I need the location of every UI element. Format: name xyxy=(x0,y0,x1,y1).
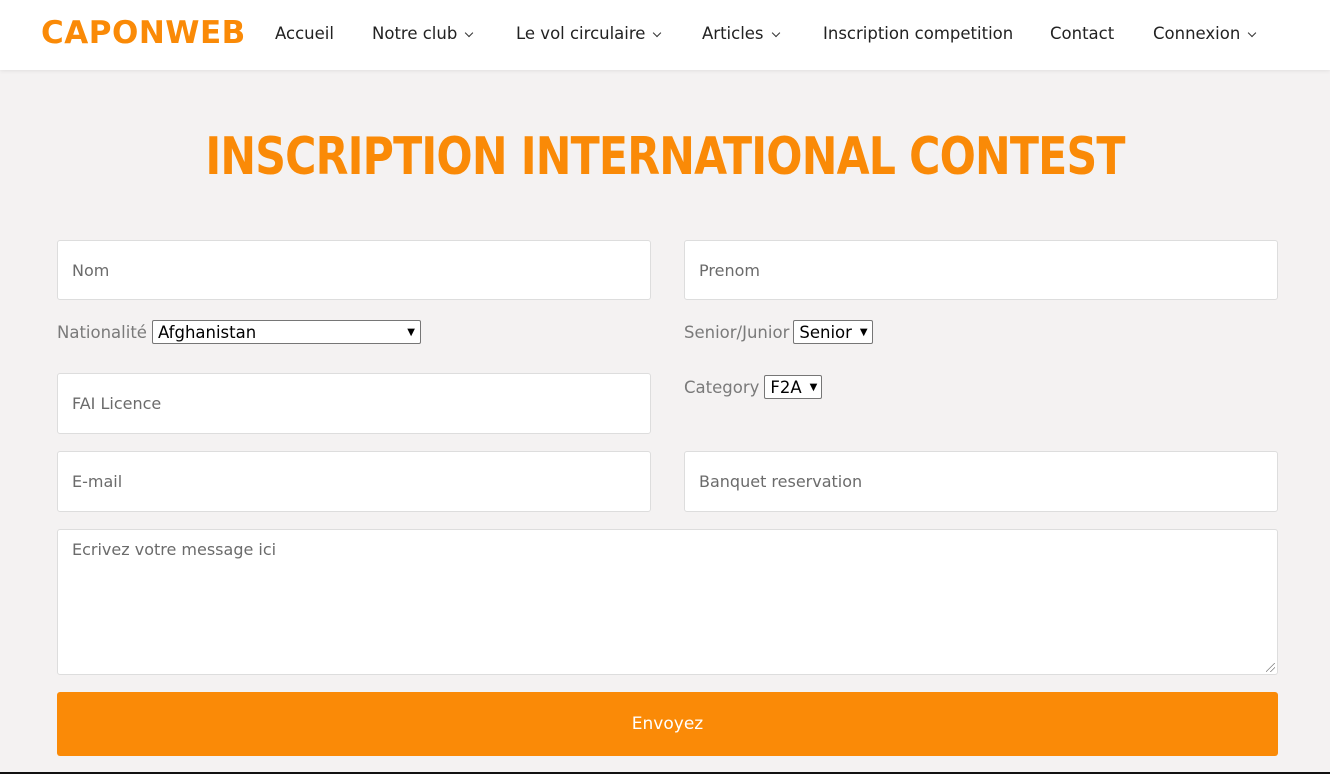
nav-item-notre-club[interactable]: Notre club xyxy=(372,22,474,46)
dropdown-arrow-icon: ▼ xyxy=(407,326,415,338)
nav-item-articles[interactable]: Articles xyxy=(702,22,780,46)
resize-handle-icon[interactable] xyxy=(1266,663,1275,672)
fai-licence-input[interactable] xyxy=(57,373,651,434)
senior-junior-value: Senior xyxy=(799,322,852,342)
nav-label: Notre club xyxy=(372,24,458,43)
nom-input[interactable] xyxy=(57,240,651,300)
submit-button[interactable]: Envoyez xyxy=(57,692,1278,756)
chevron-down-icon xyxy=(465,28,474,38)
senior-junior-group: Senior/Junior Senior ▼ xyxy=(684,320,874,344)
banquet-reservation-input[interactable] xyxy=(684,451,1278,512)
senior-junior-label: Senior/Junior xyxy=(684,322,790,342)
nationalite-label: Nationalité xyxy=(57,322,147,342)
nav-item-contact[interactable]: Contact xyxy=(1050,22,1114,46)
nav-label: Accueil xyxy=(275,24,334,43)
prenom-input[interactable] xyxy=(684,240,1278,300)
nav-label: Articles xyxy=(702,24,764,43)
nationalite-select[interactable]: Afghanistan ▼ xyxy=(151,320,421,344)
page-title: INSCRIPTION INTERNATIONAL CONTEST xyxy=(205,127,1125,187)
message-textarea[interactable] xyxy=(57,529,1278,675)
nav-item-connexion[interactable]: Connexion xyxy=(1153,22,1257,46)
nav-item-accueil[interactable]: Accueil xyxy=(275,22,334,46)
category-select[interactable]: F2A ▼ xyxy=(764,375,823,399)
chevron-down-icon xyxy=(1248,28,1257,38)
dropdown-arrow-icon: ▼ xyxy=(859,326,868,338)
email-input[interactable] xyxy=(57,451,651,512)
nav-label: Connexion xyxy=(1153,24,1241,43)
category-value: F2A xyxy=(770,377,802,397)
nav-label: Contact xyxy=(1050,24,1115,43)
category-group: Category F2A ▼ xyxy=(684,375,823,399)
chevron-down-icon xyxy=(771,28,780,38)
site-logo[interactable]: CAPONWEB xyxy=(41,13,246,53)
senior-junior-select[interactable]: Senior ▼ xyxy=(793,320,874,344)
nav-label: Le vol circulaire xyxy=(516,24,646,43)
nav-item-inscription-competition[interactable]: Inscription competition xyxy=(823,22,1013,46)
nav-label: Inscription competition xyxy=(823,24,1014,43)
message-wrapper xyxy=(57,529,1278,675)
nav-item-vol-circulaire[interactable]: Le vol circulaire xyxy=(516,22,662,46)
dropdown-arrow-icon: ▼ xyxy=(809,381,818,393)
top-navbar: CAPONWEB Accueil Notre club Le vol circu… xyxy=(0,0,1330,70)
nationalite-group: Nationalité Afghanistan ▼ xyxy=(57,320,421,344)
nationalite-value: Afghanistan xyxy=(157,322,257,342)
category-label: Category xyxy=(684,377,760,397)
chevron-down-icon xyxy=(653,28,662,38)
